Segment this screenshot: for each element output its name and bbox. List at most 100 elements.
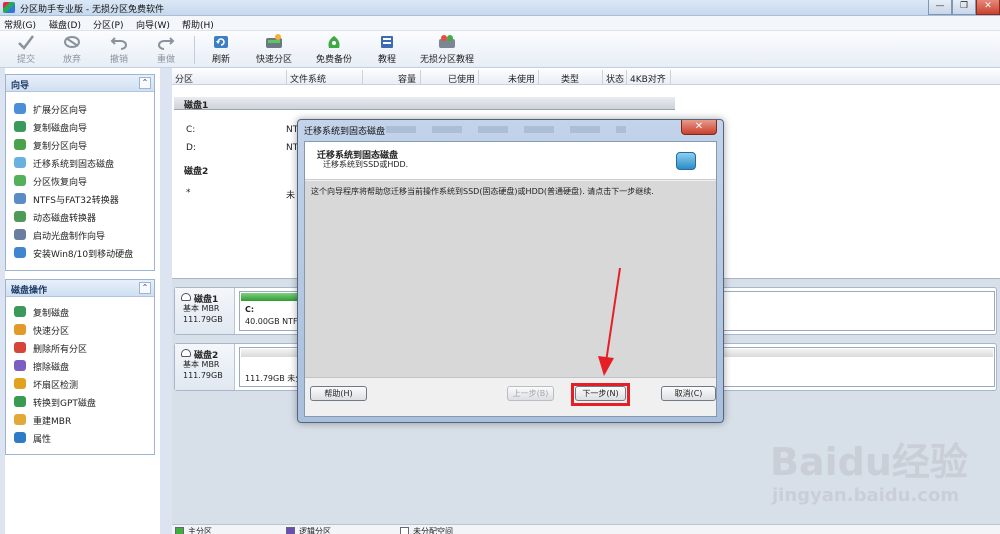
rebuild-mbr-icon <box>14 414 26 425</box>
dialog-back-button[interactable]: 上一步(B) <box>507 386 554 401</box>
legend-primary-label: 主分区 <box>188 527 212 534</box>
lossless-tutorial-icon <box>439 35 455 48</box>
disk1-group-header: 磁盘1 <box>174 97 675 111</box>
wizard-panel-header: 向导 ⌃ <box>6 75 154 92</box>
dialog-message: 这个向导程序将帮助您迁移当前操作系统到SSD(固态硬盘)或HDD(普通硬盘). … <box>311 187 654 196</box>
table-row-partition[interactable]: C: <box>186 125 195 135</box>
free-backup-icon <box>328 36 340 48</box>
minimize-button[interactable]: — <box>928 0 952 15</box>
migrate-os-icon <box>14 157 26 168</box>
partition-table-header: 分区 文件系统 容量 已使用 未使用 类型 状态 4KB对齐 <box>172 70 1000 85</box>
disk-ops-collapse-button[interactable]: ⌃ <box>139 282 151 294</box>
copy-partition-icon <box>14 139 26 150</box>
quick-partition-icon <box>266 34 282 48</box>
partition-desc: 111.79GB 未分 <box>245 374 304 383</box>
convert-gpt-icon <box>14 396 26 407</box>
dialog-help-button[interactable]: 帮助(H) <box>310 386 367 401</box>
partition-desc: 40.00GB NTFS <box>245 317 303 326</box>
legend-unallocated-label: 未分配空间 <box>413 527 453 534</box>
col-unused[interactable]: 未使用 <box>508 72 535 85</box>
table-row-partition[interactable]: * <box>186 188 191 198</box>
col-4k-align[interactable]: 4KB对齐 <box>630 72 666 85</box>
dialog-title-blur <box>386 126 626 133</box>
close-button[interactable]: ✕ <box>976 0 1000 15</box>
wizard-item-dynamic-disk[interactable]: 动态磁盘转换器 <box>6 208 154 226</box>
dialog-body: 这个向导程序将帮助您迁移当前操作系统到SSD(固态硬盘)或HDD(普通硬盘). … <box>305 181 716 377</box>
disk-op-convert-gpt[interactable]: 转换到GPT磁盘 <box>6 393 154 411</box>
ssd-migrate-icon <box>676 152 696 170</box>
windows-to-go-icon <box>14 247 26 258</box>
wizard-panel: 向导 ⌃ 扩展分区向导 复制磁盘向导 复制分区向导 迁移系统到固态磁盘 分区恢复… <box>5 74 155 271</box>
disk-ops-panel-header: 磁盘操作 ⌃ <box>6 280 154 297</box>
disk-op-delete-all[interactable]: 删除所有分区 <box>6 339 154 357</box>
disk-op-copy-disk[interactable]: 复制磁盘 <box>6 303 154 321</box>
legend-logical-label: 逻辑分区 <box>299 527 331 534</box>
commit-check-icon <box>18 35 34 50</box>
col-divider <box>538 70 539 85</box>
wizard-item-copy-disk[interactable]: 复制磁盘向导 <box>6 118 154 136</box>
free-backup-button[interactable]: 免费备份 <box>314 34 354 66</box>
migrate-os-dialog: 迁移系统到固态磁盘 ✕ 迁移系统到固态磁盘 迁移系统到SSD或HDD. 这个向导… <box>297 119 724 423</box>
legend-bar: 主分区 逻辑分区 未分配空间 <box>172 524 1000 534</box>
disk-type: 基本 MBR <box>183 304 220 313</box>
disk2-group-label: 磁盘2 <box>184 167 209 177</box>
refresh-icon <box>214 36 228 48</box>
col-type[interactable]: 类型 <box>561 72 579 85</box>
disk-op-rebuild-mbr[interactable]: 重建MBR <box>6 411 154 429</box>
disk-op-properties[interactable]: 属性 <box>6 429 154 447</box>
menu-general[interactable]: 常规(G) <box>4 18 36 31</box>
legend-primary-swatch <box>175 527 184 534</box>
refresh-button[interactable]: 刷新 <box>208 34 234 66</box>
col-divider <box>670 70 671 85</box>
wizard-item-partition-recovery[interactable]: 分区恢复向导 <box>6 172 154 190</box>
wizard-item-migrate-os-ssd[interactable]: 迁移系统到固态磁盘 <box>6 154 154 172</box>
dialog-header-subtitle: 迁移系统到SSD或HDD. <box>323 160 409 169</box>
col-used[interactable]: 已使用 <box>448 72 475 85</box>
dialog-footer: 帮助(H) 上一步(B) 下一步(N) 取消(C) <box>305 377 716 416</box>
disk-info: 磁盘2 基本 MBR 111.79GB <box>175 344 235 390</box>
disk-op-bad-sector[interactable]: 坏扇区检测 <box>6 375 154 393</box>
app-logo-icon <box>3 2 15 13</box>
menu-disk[interactable]: 磁盘(D) <box>49 18 81 31</box>
quick-partition-icon <box>14 324 26 335</box>
menu-partition[interactable]: 分区(P) <box>93 18 123 31</box>
discard-button[interactable]: 放弃 <box>60 34 84 66</box>
discard-icon <box>64 36 80 48</box>
dialog-cancel-button[interactable]: 取消(C) <box>661 386 716 401</box>
col-filesystem[interactable]: 文件系统 <box>290 72 326 85</box>
wizard-item-extend-partition[interactable]: 扩展分区向导 <box>6 100 154 118</box>
col-capacity[interactable]: 容量 <box>398 72 416 85</box>
quick-partition-button[interactable]: 快速分区 <box>254 34 294 66</box>
disk-icon <box>181 293 191 301</box>
wizard-item-win-to-go[interactable]: 安装Win8/10到移动硬盘 <box>6 244 154 262</box>
wizard-collapse-button[interactable]: ⌃ <box>139 77 151 89</box>
menu-help[interactable]: 帮助(H) <box>182 18 214 31</box>
wizard-item-copy-partition[interactable]: 复制分区向导 <box>6 136 154 154</box>
wizard-item-ntfs-fat32[interactable]: NTFS与FAT32转换器 <box>6 190 154 208</box>
dialog-header: 迁移系统到固态磁盘 迁移系统到SSD或HDD. <box>305 142 716 180</box>
undo-button[interactable]: 撤销 <box>107 34 131 66</box>
wizard-panel-title: 向导 <box>11 81 30 91</box>
col-status[interactable]: 状态 <box>606 72 624 85</box>
panel-splitter[interactable] <box>160 68 172 534</box>
window-title: 分区助手专业版 - 无损分区免费软件 <box>20 5 164 15</box>
bad-sector-icon <box>14 378 26 389</box>
tutorial-button[interactable]: 教程 <box>375 34 399 66</box>
redo-button[interactable]: 重做 <box>154 34 178 66</box>
tutorial-icon <box>381 36 393 48</box>
col-divider <box>478 70 479 85</box>
toolbar: 提交 放弃 撤销 重做 刷新 快速分区 免费备份 教程 无损分区教程 <box>0 31 1000 68</box>
dialog-close-button[interactable]: ✕ <box>681 120 717 135</box>
toolbar-separator <box>194 36 195 64</box>
col-divider <box>602 70 603 85</box>
restore-button[interactable]: ❐ <box>952 0 976 15</box>
disk-op-quick-partition[interactable]: 快速分区 <box>6 321 154 339</box>
table-row-partition[interactable]: D: <box>186 143 196 153</box>
disk-op-wipe-disk[interactable]: 擦除磁盘 <box>6 357 154 375</box>
col-partition[interactable]: 分区 <box>175 72 193 85</box>
commit-button[interactable]: 提交 <box>14 34 38 66</box>
wizard-item-boot-cd[interactable]: 启动光盘制作向导 <box>6 226 154 244</box>
copy-disk-icon <box>14 121 26 132</box>
menu-wizard[interactable]: 向导(W) <box>136 18 170 31</box>
lossless-tutorial-button[interactable]: 无损分区教程 <box>418 34 476 66</box>
